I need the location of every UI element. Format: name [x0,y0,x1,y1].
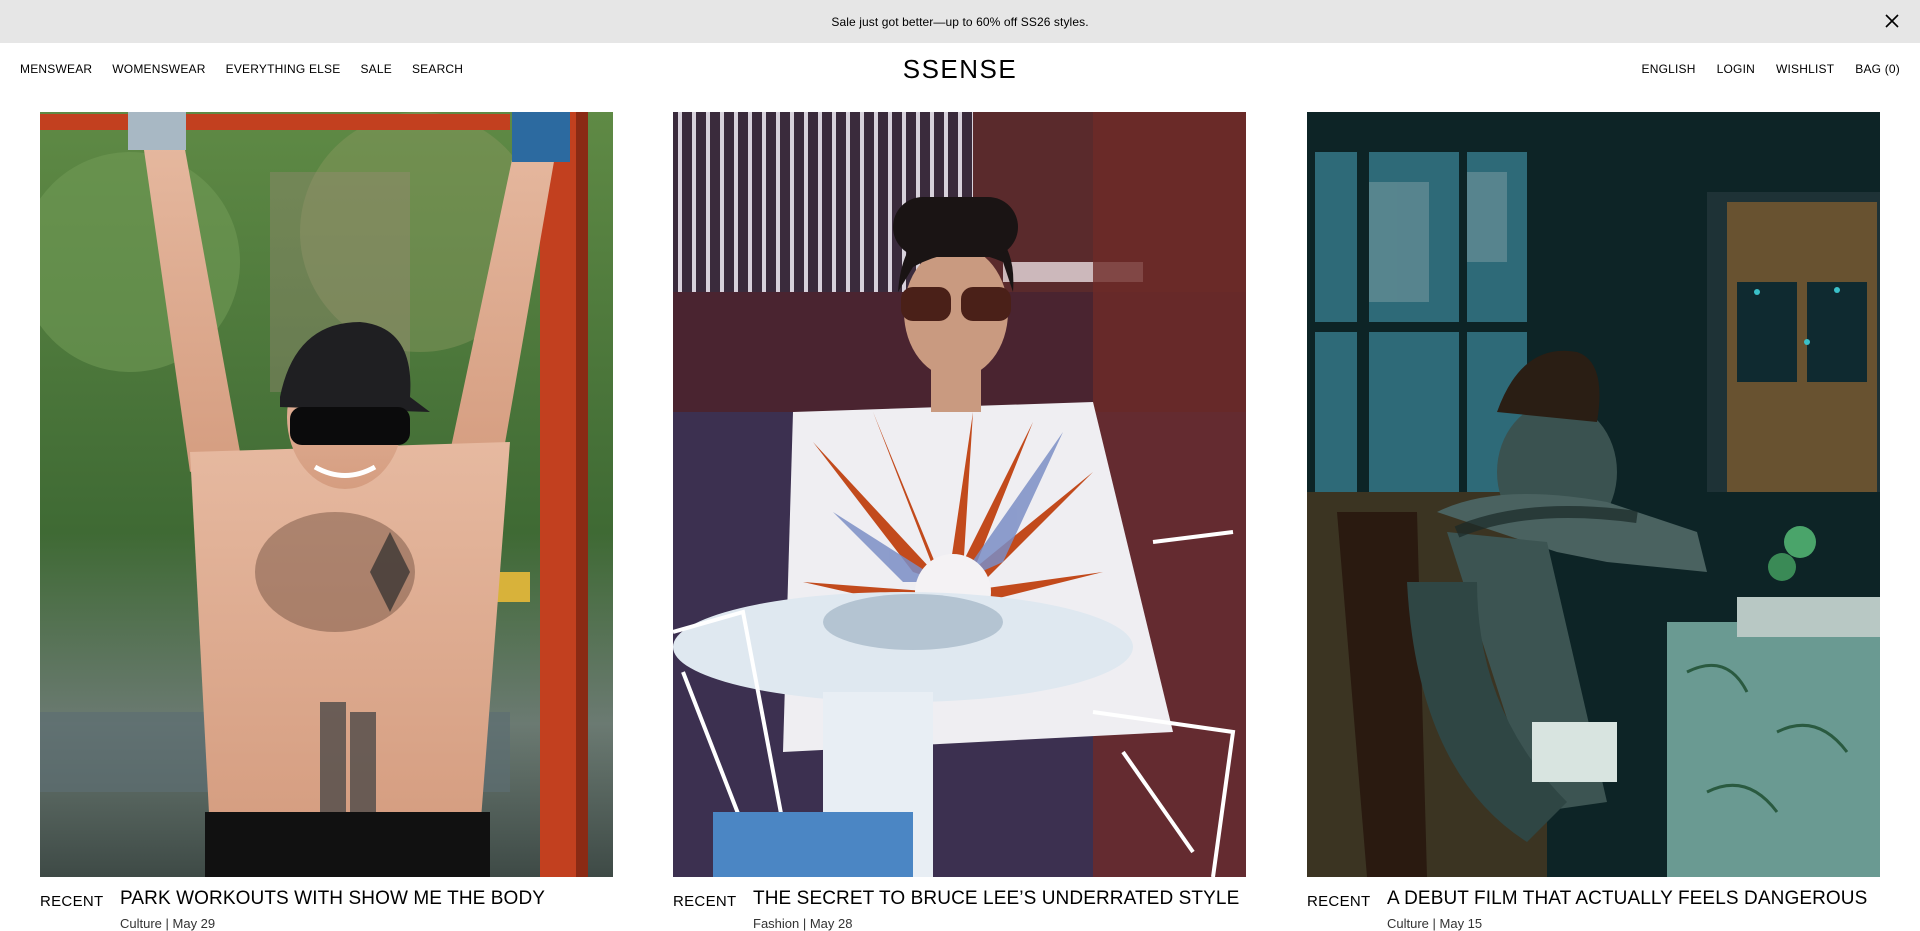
nav-sale[interactable]: SALE [360,62,392,76]
article-title[interactable]: PARK WORKOUTS WITH SHOW ME THE BODY [120,888,545,910]
article-title[interactable]: THE SECRET TO BRUCE LEE’S UNDERRATED STY… [753,888,1239,910]
article-meta: RECENT THE SECRET TO BRUCE LEE’S UNDERRA… [673,888,1246,931]
article-tag: RECENT [40,893,104,910]
article-card: RECENT A DEBUT FILM THAT ACTUALLY FEELS … [1307,112,1880,931]
article-tag: RECENT [1307,893,1371,910]
article-subtitle: Fashion | May 28 [753,916,853,931]
article-image[interactable] [673,112,1246,877]
nav-search[interactable]: SEARCH [412,62,463,76]
article-meta: RECENT A DEBUT FILM THAT ACTUALLY FEELS … [1307,888,1880,931]
nav-wishlist[interactable]: WISHLIST [1776,62,1834,76]
site-logo[interactable]: SSENSE [903,54,1018,85]
nav-womenswear[interactable]: WOMENSWEAR [112,62,205,76]
promo-banner: Sale just got better—up to 60% off SS26 … [0,0,1920,43]
nav-language[interactable]: ENGLISH [1642,62,1696,76]
primary-nav: MENSWEAR WOMENSWEAR EVERYTHING ELSE SALE… [20,43,463,95]
article-meta: RECENT PARK WORKOUTS WITH SHOW ME THE BO… [40,888,613,931]
article-title[interactable]: A DEBUT FILM THAT ACTUALLY FEELS DANGERO… [1387,888,1867,910]
close-icon[interactable] [1880,9,1904,33]
promo-text: Sale just got better—up to 60% off SS26 … [831,14,1089,29]
article-subtitle: Culture | May 29 [120,916,216,931]
nav-login[interactable]: LOGIN [1717,62,1755,76]
article-card: RECENT THE SECRET TO BRUCE LEE’S UNDERRA… [673,112,1246,931]
nav-bag[interactable]: BAG (0) [1855,62,1900,76]
site-header: MENSWEAR WOMENSWEAR EVERYTHING ELSE SALE… [0,43,1920,95]
nav-menswear[interactable]: MENSWEAR [20,62,92,76]
article-subtitle: Culture | May 15 [1387,916,1483,931]
article-tag: RECENT [673,893,737,910]
nav-everything-else[interactable]: EVERYTHING ELSE [226,62,341,76]
article-image[interactable] [40,112,613,877]
article-image[interactable] [1307,112,1880,877]
account-nav: ENGLISH LOGIN WISHLIST BAG (0) [1642,43,1900,95]
article-card: RECENT PARK WORKOUTS WITH SHOW ME THE BO… [40,112,613,931]
